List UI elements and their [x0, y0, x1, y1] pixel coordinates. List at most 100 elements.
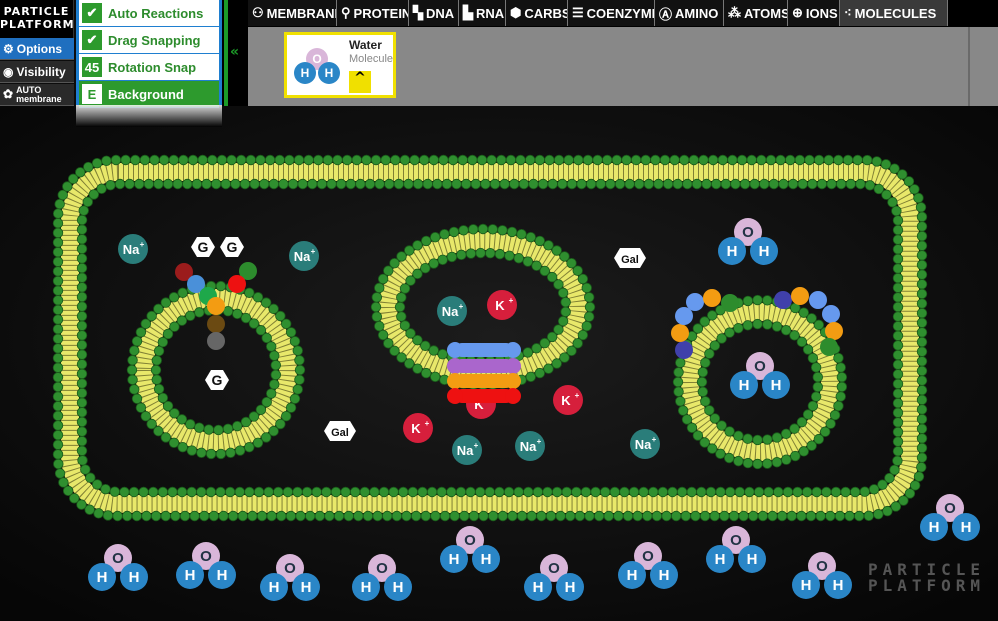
- sodium-ion[interactable]: Na +: [118, 234, 148, 264]
- lipid-head: [836, 371, 848, 383]
- hydrogen-label: H: [727, 243, 738, 260]
- lipid-head: [523, 486, 534, 498]
- lipid-head: [292, 384, 303, 395]
- lipid-head: [256, 510, 268, 522]
- sugar-molecule[interactable]: Gal: [324, 421, 356, 441]
- lipid-head: [102, 510, 114, 521]
- lipid-head: [723, 452, 735, 464]
- potassium-ion[interactable]: K+: [403, 413, 433, 443]
- lipid-head: [762, 295, 773, 306]
- particle-platform-logo[interactable]: PARTICLE PLATFORM: [0, 0, 74, 38]
- lipid-head: [691, 178, 703, 190]
- tab-ions[interactable]: ⊕ IONS: [788, 0, 840, 26]
- lipid-head: [436, 486, 447, 498]
- lipid-head: [52, 439, 64, 450]
- lipid-head: [52, 266, 64, 277]
- lipid-head: [294, 374, 305, 385]
- lipid-head: [412, 240, 423, 251]
- lipid-head: [762, 319, 773, 330]
- lipid-head: [266, 341, 277, 352]
- lipid-head: [621, 154, 632, 166]
- sodium-ion[interactable]: Na +: [437, 296, 467, 326]
- expand-button[interactable]: ^: [349, 71, 371, 93]
- lipid-head: [332, 154, 343, 166]
- lipid-head: [54, 468, 66, 479]
- sodium-ion[interactable]: Na +: [515, 431, 545, 461]
- lipid-head: [52, 256, 64, 267]
- oxygen-label: O: [464, 532, 476, 549]
- lipid-head: [497, 225, 508, 236]
- potassium-ion[interactable]: K+: [553, 385, 583, 415]
- tab-carbs[interactable]: ⬢ CARBS: [506, 0, 568, 26]
- lipid-head: [263, 486, 274, 498]
- lipid-head: [619, 486, 630, 498]
- auto-membrane-button[interactable]: ✿ AUTO membrane: [0, 84, 74, 106]
- oxygen-label: O: [944, 500, 956, 517]
- lipid-head: [447, 154, 459, 166]
- lipid-head: [853, 510, 865, 522]
- sodium-ion[interactable]: Na +: [289, 241, 319, 271]
- lipid-head: [335, 178, 347, 190]
- tab-coenzyme[interactable]: ☰ COENZYME: [568, 0, 655, 26]
- oxygen-label: O: [112, 550, 124, 567]
- tab-proteins[interactable]: ⚲PROTEINS: [337, 0, 409, 26]
- amino-icon: Ⓐ: [659, 6, 673, 22]
- lipid-head: [583, 292, 595, 303]
- tab-membrane[interactable]: ⚇ MEMBRANE: [248, 0, 337, 26]
- collapse-rail[interactable]: «: [222, 0, 248, 106]
- lipid-head: [234, 445, 246, 456]
- sodium-ion[interactable]: Na +: [452, 435, 482, 465]
- rotation-snap-toggle[interactable]: 45 Rotation Snap: [79, 54, 219, 81]
- lipid-head: [448, 226, 460, 238]
- potassium-ion-symbol: K: [495, 298, 505, 313]
- lipid-head: [459, 510, 470, 522]
- lipid-head: [96, 183, 107, 194]
- lipid-head: [457, 154, 468, 166]
- lipid-head: [825, 510, 836, 522]
- lipid-head: [892, 407, 904, 418]
- tab-amino[interactable]: Ⓐ AMINO: [655, 0, 724, 26]
- lipid-head: [52, 217, 64, 229]
- lipid-head: [555, 510, 566, 522]
- oxygen-label: O: [730, 532, 742, 549]
- lipid-head: [611, 154, 623, 166]
- oxygen-label: O: [200, 548, 212, 565]
- lipid-head: [826, 178, 837, 190]
- lipid-head: [487, 224, 498, 235]
- tab-atoms[interactable]: ⁂ ATOMS: [724, 0, 788, 26]
- tab-molecules[interactable]: ⁖ MOLECULES: [840, 0, 948, 26]
- lipid-head: [543, 240, 554, 251]
- lipid-head: [802, 409, 814, 420]
- lipid-head: [499, 178, 510, 190]
- sodium-ion[interactable]: Na +: [630, 429, 660, 459]
- lipid-head: [599, 486, 611, 498]
- potassium-ion[interactable]: K+: [487, 290, 517, 320]
- background-toggle[interactable]: E Background: [79, 81, 219, 108]
- lipid-head: [374, 178, 385, 190]
- lipid-head: [916, 365, 928, 377]
- lipid-head: [781, 454, 792, 465]
- lipid-head: [752, 458, 763, 470]
- lipid-head: [701, 178, 712, 190]
- lipid-head: [129, 384, 140, 395]
- options-button[interactable]: ⚙ Options: [0, 38, 74, 60]
- water-molecule-card[interactable]: O H H Water Molecule ^: [284, 32, 396, 98]
- lipid-head: [537, 178, 549, 190]
- hydrogen-label: H: [961, 519, 972, 536]
- lipid-head: [289, 336, 301, 347]
- lipid-head: [852, 154, 863, 166]
- collapse-icon[interactable]: «: [230, 44, 239, 60]
- visibility-button[interactable]: ◉ Visibility: [0, 61, 74, 83]
- lipid-head: [266, 510, 277, 522]
- molecule-name: Water: [349, 38, 382, 52]
- sugar-molecule[interactable]: Gal: [614, 248, 646, 268]
- tab-rna[interactable]: ▙ RNA: [459, 0, 506, 26]
- lipid-head: [892, 320, 904, 332]
- drag-snapping-toggle[interactable]: ✔ Drag Snapping: [79, 27, 219, 54]
- auto-reactions-toggle[interactable]: ✔ Auto Reactions: [79, 0, 219, 27]
- ion-channel-protein[interactable]: [447, 342, 521, 404]
- tab-dna[interactable]: ▚ DNA: [409, 0, 459, 26]
- lipid-head: [158, 154, 170, 166]
- lipid-head: [771, 432, 783, 443]
- sugar-label: G: [198, 239, 209, 255]
